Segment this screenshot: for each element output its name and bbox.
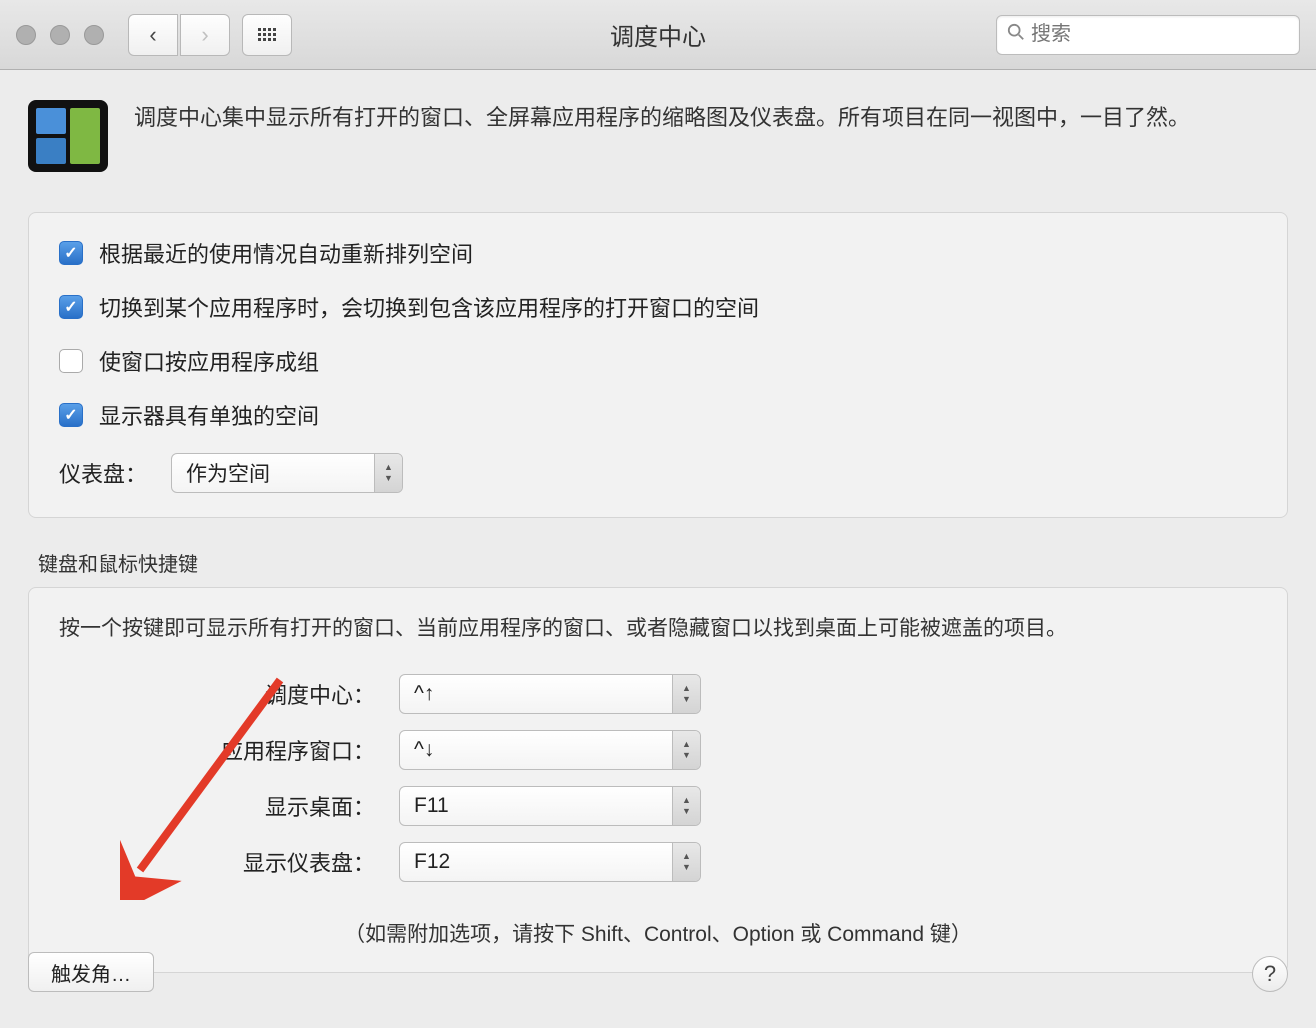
shortcut-label: 显示仪表盘： [59, 846, 399, 878]
checkbox-switch-space[interactable]: 切换到某个应用程序时，会切换到包含该应用程序的打开窗口的空间 [59, 291, 1257, 323]
stepper-icon: ▲▼ [672, 675, 700, 713]
search-icon [1007, 23, 1025, 46]
dashboard-row: 仪表盘： 作为空间 ▲▼ [59, 453, 1257, 493]
chevron-left-icon: ‹ [149, 22, 156, 48]
select-value: ^↓ [400, 738, 672, 762]
checkbox-icon [59, 403, 83, 427]
shortcut-select[interactable]: F11 ▲▼ [399, 786, 701, 826]
zoom-window-button[interactable] [84, 25, 104, 45]
nav-buttons: ‹ › [128, 14, 230, 56]
shortcut-mission-control: 调度中心： ^↑ ▲▼ [59, 674, 1257, 714]
checkbox-separate-spaces[interactable]: 显示器具有单独的空间 [59, 399, 1257, 431]
grid-icon [258, 28, 276, 41]
select-value: ^↑ [400, 682, 672, 706]
show-all-button[interactable] [242, 14, 292, 56]
shortcut-show-desktop: 显示桌面： F11 ▲▼ [59, 786, 1257, 826]
dashboard-label: 仪表盘： [59, 457, 147, 489]
dashboard-select[interactable]: 作为空间 ▲▼ [171, 453, 403, 493]
shortcut-label: 调度中心： [59, 678, 399, 710]
shortcuts-section-title: 键盘和鼠标快捷键 [28, 548, 1288, 577]
shortcut-show-dashboard: 显示仪表盘： F12 ▲▼ [59, 842, 1257, 882]
shortcut-select[interactable]: ^↑ ▲▼ [399, 674, 701, 714]
toolbar: ‹ › 调度中心 [0, 0, 1316, 70]
stepper-icon: ▲▼ [672, 731, 700, 769]
checkbox-icon [59, 295, 83, 319]
minimize-window-button[interactable] [50, 25, 70, 45]
shortcuts-description: 按一个按键即可显示所有打开的窗口、当前应用程序的窗口、或者隐藏窗口以找到桌面上可… [59, 612, 1257, 642]
shortcuts-hint: （如需附加选项，请按下 Shift、Control、Option 或 Comma… [59, 918, 1257, 948]
stepper-icon: ▲▼ [374, 454, 402, 492]
checkbox-icon [59, 241, 83, 265]
shortcuts-panel: 按一个按键即可显示所有打开的窗口、当前应用程序的窗口、或者隐藏窗口以找到桌面上可… [28, 587, 1288, 973]
back-button[interactable]: ‹ [128, 14, 178, 56]
shortcut-select[interactable]: ^↓ ▲▼ [399, 730, 701, 770]
description-text: 调度中心集中显示所有打开的窗口、全屏幕应用程序的缩略图及仪表盘。所有项目在同一视… [134, 100, 1190, 172]
close-window-button[interactable] [16, 25, 36, 45]
checkbox-group-windows[interactable]: 使窗口按应用程序成组 [59, 345, 1257, 377]
forward-button[interactable]: › [180, 14, 230, 56]
help-button[interactable]: ? [1252, 956, 1288, 992]
select-value: 作为空间 [172, 458, 374, 488]
hot-corners-button[interactable]: 触发角… [28, 952, 154, 992]
window-controls [16, 25, 104, 45]
header-row: 调度中心集中显示所有打开的窗口、全屏幕应用程序的缩略图及仪表盘。所有项目在同一视… [28, 100, 1288, 172]
checkbox-auto-rearrange[interactable]: 根据最近的使用情况自动重新排列空间 [59, 237, 1257, 269]
stepper-icon: ▲▼ [672, 843, 700, 881]
checkbox-label: 显示器具有单独的空间 [99, 399, 319, 431]
content-area: 调度中心集中显示所有打开的窗口、全屏幕应用程序的缩略图及仪表盘。所有项目在同一视… [0, 70, 1316, 1023]
shortcut-label: 应用程序窗口： [59, 734, 399, 766]
stepper-icon: ▲▼ [672, 787, 700, 825]
shortcut-app-windows: 应用程序窗口： ^↓ ▲▼ [59, 730, 1257, 770]
checkbox-label: 根据最近的使用情况自动重新排列空间 [99, 237, 473, 269]
window-title: 调度中心 [610, 17, 706, 52]
shortcut-select[interactable]: F12 ▲▼ [399, 842, 701, 882]
checkbox-label: 使窗口按应用程序成组 [99, 345, 319, 377]
search-input[interactable] [1031, 23, 1289, 46]
shortcut-label: 显示桌面： [59, 790, 399, 822]
search-field[interactable] [996, 15, 1300, 55]
options-panel: 根据最近的使用情况自动重新排列空间 切换到某个应用程序时，会切换到包含该应用程序… [28, 212, 1288, 518]
checkbox-icon [59, 349, 83, 373]
select-value: F11 [400, 794, 672, 818]
checkbox-label: 切换到某个应用程序时，会切换到包含该应用程序的打开窗口的空间 [99, 291, 759, 323]
chevron-right-icon: › [201, 22, 208, 48]
mission-control-icon [28, 100, 108, 172]
select-value: F12 [400, 850, 672, 874]
